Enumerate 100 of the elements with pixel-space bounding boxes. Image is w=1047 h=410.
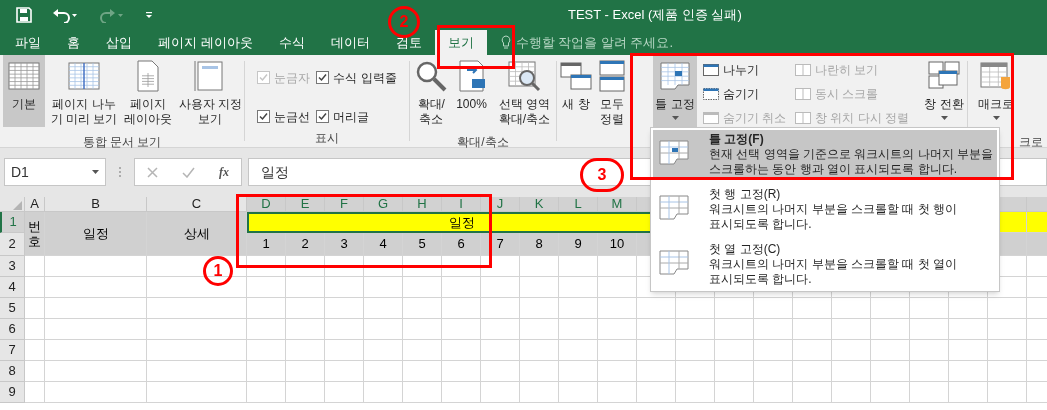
row-header[interactable]: 9 [0, 382, 25, 403]
row-header[interactable]: 1 [0, 212, 25, 233]
column-header[interactable]: A [25, 197, 45, 212]
table-cell [598, 340, 637, 361]
customize-icon[interactable] [144, 10, 154, 20]
row-header[interactable]: 3 [0, 256, 25, 277]
column-header[interactable]: K [520, 197, 559, 212]
ribbon-small-button[interactable]: 나누기 [703, 60, 795, 80]
checkbox-option[interactable]: 수식 입력줄 [316, 65, 397, 90]
caret-icon [671, 116, 679, 120]
column-header[interactable]: H [403, 197, 442, 212]
table-cell [793, 319, 832, 340]
table-cell [676, 298, 715, 319]
split-icon [703, 63, 719, 77]
row-header[interactable]: 4 [0, 277, 25, 298]
checkbox[interactable] [316, 71, 330, 84]
select-all-icon[interactable] [13, 201, 22, 210]
checkbox[interactable] [257, 110, 271, 123]
check-icon[interactable] [182, 166, 195, 178]
table-cell [676, 382, 715, 403]
ribbon-tab[interactable]: 삽입 [93, 30, 145, 55]
ribbon-button[interactable]: 선택 영역 확대/축소 [492, 55, 556, 127]
table-cell [481, 298, 520, 319]
table-cell: 1 [247, 233, 286, 256]
ribbon-tab[interactable]: 페이지 레이아웃 [145, 30, 266, 55]
table-cell [910, 340, 949, 361]
tell-me-field[interactable]: 수행할 작업을 알려 주세요. [500, 30, 674, 55]
ribbon-button[interactable]: 모두 정렬 [597, 55, 627, 127]
column-header[interactable]: F [325, 197, 364, 212]
save-icon[interactable] [16, 7, 32, 23]
ribbon-button[interactable]: 페이지 레이아웃 [122, 55, 173, 127]
column-header[interactable]: G [364, 197, 403, 212]
table-cell [754, 298, 793, 319]
group-label: 통합 문서 보기 [82, 135, 162, 149]
ribbon-tab[interactable]: 홈 [54, 30, 93, 55]
table-cell [832, 319, 871, 340]
table-cell [25, 319, 45, 340]
cancel-icon[interactable] [147, 166, 158, 178]
ribbon-button[interactable]: 확대/ 축소 [412, 55, 451, 127]
table-cell: 5 [403, 233, 442, 256]
table-cell [325, 382, 364, 403]
column-header[interactable]: D [247, 197, 286, 212]
table-cell [988, 361, 1027, 382]
name-box[interactable]: D1 [4, 158, 106, 186]
row-header[interactable]: 5 [0, 298, 25, 319]
ribbon-button[interactable]: 창 전환 [921, 55, 967, 127]
table-cell [715, 361, 754, 382]
side-by-side-icon [795, 63, 811, 77]
checkbox-option[interactable]: 눈금선 [257, 104, 311, 129]
undo-icon[interactable] [52, 7, 78, 23]
column-header[interactable]: E [286, 197, 325, 212]
table-cell [481, 277, 520, 298]
table-cell [286, 319, 325, 340]
ribbon-button[interactable]: 새 창 [559, 55, 593, 127]
ribbon-button[interactable]: 100% [452, 55, 491, 127]
ribbon-tab[interactable]: 데이터 [317, 30, 383, 55]
ribbon-button[interactable]: 틀 고정 [653, 55, 697, 127]
table-cell [286, 277, 325, 298]
group-label: 크로 [1019, 135, 1043, 149]
table-cell: 8 [520, 233, 559, 256]
table-cell [598, 319, 637, 340]
checkbox[interactable] [316, 110, 330, 123]
table-cell: 상세 [147, 212, 247, 256]
ribbon-tab[interactable]: 파일 [2, 30, 54, 55]
freeze-panes-icon [659, 195, 689, 221]
table-cell [676, 361, 715, 382]
column-header[interactable]: M [598, 197, 637, 212]
freeze-panes-icon [658, 59, 692, 93]
column-header[interactable]: C [147, 197, 247, 212]
table-cell [403, 256, 442, 277]
table-cell: 일정 [45, 212, 147, 256]
ribbon-small-button[interactable]: 숨기기 [703, 84, 795, 104]
table-cell [325, 277, 364, 298]
ribbon-tab[interactable]: 수식 [265, 30, 318, 55]
insert-function-button[interactable]: fx [219, 163, 229, 181]
row-header[interactable]: 6 [0, 319, 25, 340]
table-cell [676, 340, 715, 361]
ribbon-tab[interactable]: 보기 [434, 30, 487, 55]
ribbon-button[interactable]: 사용자 지정 보기 [176, 55, 244, 127]
checkbox-option[interactable]: 머리글 [316, 104, 397, 129]
ribbon-button[interactable]: 매크로 [972, 55, 1020, 127]
table-cell [871, 340, 910, 361]
column-header[interactable]: B [45, 197, 147, 212]
ribbon-button[interactable]: 기본 [3, 55, 46, 127]
window-title: TEST - Excel (제품 인증 실패) [568, 6, 742, 25]
table-cell [949, 361, 988, 382]
table-cell [559, 298, 598, 319]
menu-item[interactable]: 틀 고정(F) 현재 선택 영역을 기준으로 워크시트의 나머지 부분을 스크롤하는 동안 행과 열이 표시되도록 합니다. [653, 130, 997, 179]
table-cell [247, 319, 286, 340]
ribbon-button[interactable]: 페이지 나누 기 미리 보기 [49, 55, 119, 127]
table-cell [442, 340, 481, 361]
column-header[interactable]: L [559, 197, 598, 212]
table-cell [247, 298, 286, 319]
table-cell [325, 361, 364, 382]
table-cell [286, 256, 325, 277]
row-header[interactable]: 8 [0, 361, 25, 382]
row-header[interactable]: 2 [0, 233, 25, 256]
row-header[interactable]: 7 [0, 340, 25, 361]
table-cell [637, 361, 676, 382]
column-header[interactable]: I [442, 197, 481, 212]
